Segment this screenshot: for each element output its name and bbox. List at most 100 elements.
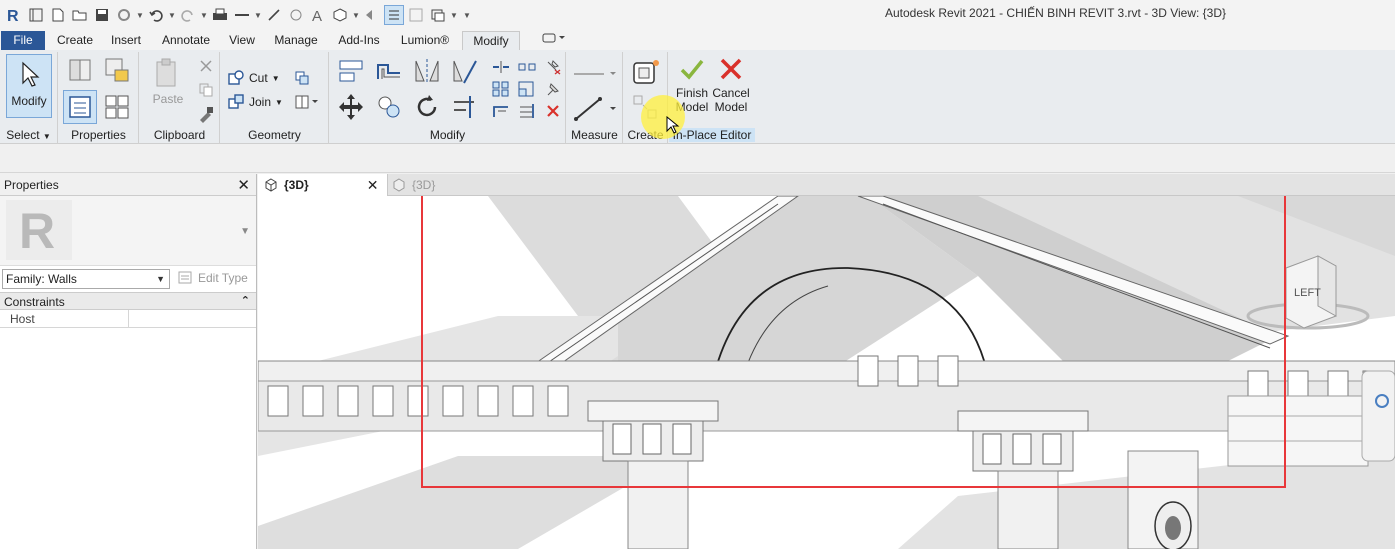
array-icon[interactable]: [490, 80, 512, 98]
type-properties-icon[interactable]: [65, 56, 95, 84]
tab-add-ins[interactable]: Add-Ins: [332, 31, 386, 50]
close-icon[interactable]: ✕: [237, 176, 250, 194]
panel-select: Modify Select ▼: [0, 52, 58, 144]
create-group-icon[interactable]: [628, 56, 664, 88]
print-icon[interactable]: [210, 5, 230, 25]
modify-button[interactable]: [6, 54, 52, 118]
modify-button-label: Modify: [11, 94, 47, 108]
sync-icon[interactable]: [114, 5, 134, 25]
type-selector[interactable]: R ▼: [0, 196, 256, 266]
tab-view[interactable]: View: [223, 31, 261, 50]
measure-dropdown-icon[interactable]: ▼: [254, 11, 262, 20]
revit-logo-icon[interactable]: R: [4, 5, 24, 25]
3d-view-icon[interactable]: [330, 5, 350, 25]
close-icon[interactable]: ✕: [367, 177, 379, 194]
cancel-model-button[interactable]: Cancel Model: [711, 56, 751, 126]
3d-viewport[interactable]: LEFT: [258, 196, 1395, 549]
edit-type-button[interactable]: Edit Type: [178, 271, 248, 285]
split-face-icon[interactable]: [291, 92, 323, 112]
ribbon-options-icon[interactable]: [536, 31, 570, 50]
family-row: Family: Walls ▼ Edit Type: [0, 266, 256, 292]
redo-icon[interactable]: [178, 5, 198, 25]
view-tab-label: {3D}: [284, 178, 309, 192]
sync-dropdown-icon[interactable]: ▼: [136, 11, 144, 20]
collapse-chevrons-icon[interactable]: ⌃: [241, 294, 250, 307]
measure-between-icon[interactable]: [571, 62, 619, 86]
viewcube-face-label[interactable]: LEFT: [1294, 287, 1321, 299]
aligned-dimension-icon[interactable]: [264, 5, 284, 25]
tab-manage[interactable]: Manage: [268, 31, 324, 50]
family-category-icon[interactable]: [101, 56, 133, 84]
split-with-gap-icon[interactable]: [516, 58, 538, 76]
highlight-box: [421, 196, 1286, 488]
thin-lines-icon[interactable]: [384, 5, 404, 25]
family-filter-select[interactable]: Family: Walls ▼: [2, 269, 170, 289]
type-selector-dropdown-icon[interactable]: ▼: [240, 226, 250, 237]
properties-title: Properties: [4, 178, 59, 192]
customize-qat-icon[interactable]: ▼: [460, 11, 474, 20]
match-properties-icon[interactable]: [196, 104, 216, 124]
tab-lumion[interactable]: Lumion®: [394, 31, 456, 50]
view-tab-3d-active[interactable]: {3D} ✕: [258, 174, 388, 196]
chevron-down-icon: ▼: [156, 274, 165, 284]
host-parameter-row: Host: [0, 310, 256, 328]
family-types-icon[interactable]: [101, 90, 133, 124]
tab-insert[interactable]: Insert: [104, 31, 148, 50]
cut-geometry-button[interactable]: Cut ▼: [227, 68, 287, 88]
view-tab-3d-inactive[interactable]: {3D}: [392, 174, 482, 196]
new-icon[interactable]: [48, 5, 68, 25]
wall-joins-icon[interactable]: [291, 68, 313, 88]
panel-in-place-editor: Finish Model Cancel Model In-Place Edito…: [669, 52, 755, 144]
aligned-dim-icon[interactable]: [571, 94, 619, 124]
mirror-pick-axis-icon[interactable]: [410, 56, 444, 86]
tab-modify[interactable]: Modify: [462, 31, 520, 50]
open-icon[interactable]: [70, 5, 90, 25]
split-element-icon[interactable]: [490, 58, 512, 76]
rotate-icon[interactable]: [410, 92, 444, 122]
mouse-cursor-icon: [666, 116, 680, 134]
home-icon[interactable]: [26, 5, 46, 25]
panel-properties: Properties: [59, 52, 139, 144]
pin-icon[interactable]: [542, 80, 564, 98]
tab-file[interactable]: File: [1, 31, 45, 50]
offset-icon[interactable]: [372, 56, 406, 86]
measure-panel-label: Measure: [571, 128, 618, 142]
trim-extend-icon[interactable]: [448, 92, 482, 122]
text-icon[interactable]: A: [308, 5, 328, 25]
cancel-x-icon: [720, 58, 742, 80]
copy-icon[interactable]: [196, 80, 216, 100]
save-icon[interactable]: [92, 5, 112, 25]
measure-icon[interactable]: [232, 5, 252, 25]
undo-icon[interactable]: [146, 5, 166, 25]
title-bar: R ▼ ▼ ▼ ▼ A ▼ ▼ ▼ Autodesk Revit 2021 - …: [0, 0, 1395, 30]
align-icon[interactable]: [334, 56, 368, 86]
constraints-group[interactable]: Constraints ⌃: [0, 292, 256, 310]
section-icon[interactable]: [362, 5, 382, 25]
undo-dropdown-icon[interactable]: ▼: [168, 11, 176, 20]
3d-view-dropdown-icon[interactable]: ▼: [352, 11, 360, 20]
trim-to-corner-icon[interactable]: [490, 102, 512, 120]
switch-windows-dropdown-icon[interactable]: ▼: [450, 11, 458, 20]
redo-dropdown-icon[interactable]: ▼: [200, 11, 208, 20]
tab-create[interactable]: Create: [51, 31, 99, 50]
trim-multiple-icon[interactable]: [516, 102, 538, 120]
paste-button[interactable]: Paste: [148, 92, 188, 106]
switch-windows-icon[interactable]: [428, 5, 448, 25]
host-value[interactable]: [128, 310, 254, 327]
unpin-icon[interactable]: [542, 58, 564, 76]
cursor-arrow-icon: [22, 61, 40, 87]
tag-icon[interactable]: [286, 5, 306, 25]
delete-icon[interactable]: [542, 102, 564, 120]
scale-icon[interactable]: [516, 80, 538, 98]
cut-scissors-icon[interactable]: [196, 56, 216, 76]
edit-type-icon: [178, 271, 192, 284]
join-geometry-button[interactable]: Join ▼: [227, 92, 287, 112]
select-panel-label[interactable]: Select ▼: [0, 128, 57, 142]
properties-button[interactable]: [63, 90, 97, 124]
3d-cube-icon: [265, 178, 277, 192]
close-hidden-windows-icon[interactable]: [406, 5, 426, 25]
move-icon[interactable]: [334, 92, 368, 122]
copy-element-icon[interactable]: [372, 92, 406, 122]
mirror-draw-axis-icon[interactable]: [448, 56, 482, 86]
tab-annotate[interactable]: Annotate: [155, 31, 217, 50]
